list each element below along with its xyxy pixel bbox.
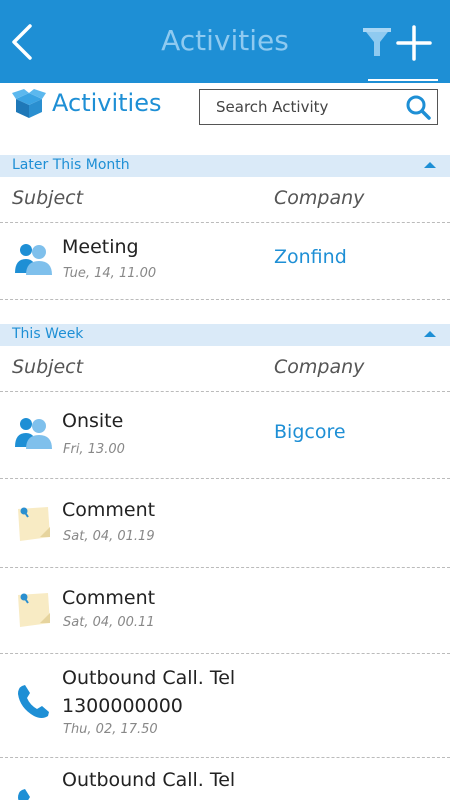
- people-icon: [15, 418, 52, 449]
- header-underline: [368, 79, 438, 81]
- search-box[interactable]: [199, 89, 438, 125]
- sticky-note-icon: [18, 593, 50, 627]
- list-item[interactable]: Outbound Call. Tel 1300000000 Thu, 02, 1…: [0, 654, 450, 758]
- section-header-label: This Week: [12, 326, 84, 342]
- activity-date: Tue, 14, 11.00: [63, 266, 157, 281]
- list-item[interactable]: Outbound Call. Tel: [0, 758, 450, 800]
- column-subject: Subject: [12, 356, 84, 378]
- app-bar: Activities: [0, 0, 450, 83]
- section-header-this-week[interactable]: This Week: [0, 324, 450, 346]
- activity-subject: Outbound Call. Tel 1300000000: [62, 667, 236, 717]
- search-icon[interactable]: [405, 94, 431, 120]
- activity-date: Sat, 04, 01.19: [63, 529, 155, 544]
- activity-subject: Comment: [62, 499, 156, 521]
- activity-subject: Outbound Call. Tel: [62, 769, 236, 791]
- box-icon: [12, 89, 46, 118]
- filter-icon[interactable]: [362, 26, 392, 58]
- activity-date: Thu, 02, 17.50: [63, 722, 158, 737]
- activity-date: Fri, 13.00: [63, 442, 125, 457]
- collapse-caret-icon[interactable]: [424, 162, 436, 168]
- list-item[interactable]: Meeting Tue, 14, 11.00 Zonfind: [0, 224, 450, 300]
- section-header-later-this-month[interactable]: Later This Month: [0, 155, 450, 177]
- section-header-label: Later This Month: [12, 157, 130, 173]
- column-company: Company: [274, 356, 365, 378]
- list-item[interactable]: Comment Sat, 04, 00.11: [0, 568, 450, 654]
- search-input[interactable]: [200, 90, 400, 123]
- section-title: Activities: [52, 89, 162, 117]
- column-header: Subject Company: [0, 177, 450, 223]
- collapse-caret-icon[interactable]: [424, 331, 436, 337]
- column-company: Company: [274, 187, 365, 209]
- activity-subject: Meeting: [62, 236, 139, 258]
- activity-subject: Onsite: [62, 410, 124, 432]
- subheader: Activities: [0, 83, 450, 133]
- activity-subject: Comment: [62, 587, 156, 609]
- phone-icon: [18, 685, 49, 718]
- plus-icon[interactable]: [396, 25, 432, 61]
- activity-company[interactable]: Zonfind: [274, 246, 347, 268]
- column-header: Subject Company: [0, 346, 450, 392]
- people-icon: [15, 244, 52, 275]
- list-item[interactable]: Onsite Fri, 13.00 Bigcore: [0, 393, 450, 479]
- activity-date: Sat, 04, 00.11: [63, 615, 155, 630]
- phone-icon: [18, 789, 30, 800]
- activity-company[interactable]: Bigcore: [274, 421, 346, 443]
- list-item[interactable]: Comment Sat, 04, 01.19: [0, 479, 450, 568]
- column-subject: Subject: [12, 187, 84, 209]
- sticky-note-icon: [18, 507, 50, 541]
